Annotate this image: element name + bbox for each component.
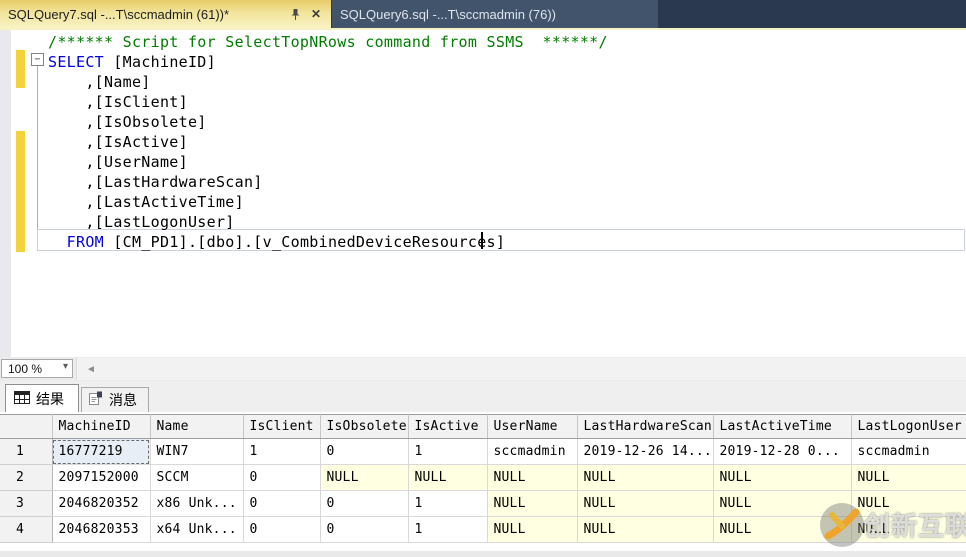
grid-cell[interactable]: NULL: [851, 516, 966, 543]
grid-cell[interactable]: NULL: [408, 464, 488, 491]
code-line: ,[IsClient]: [48, 93, 188, 111]
change-tracking-bar: [16, 50, 25, 88]
code-line: ,[Name]: [48, 73, 151, 91]
column-header[interactable]: Name: [150, 414, 244, 439]
close-icon[interactable]: ✕: [307, 8, 325, 20]
grid-cell[interactable]: SCCM: [150, 464, 244, 491]
grid-cell[interactable]: x64 Unk...: [150, 516, 244, 543]
row-header[interactable]: 3: [0, 490, 53, 517]
table-row: 2 2097152000 SCCM 0 NULL NULL NULL NULL NULL NULL: [0, 464, 966, 491]
code-line: ,[LastHardwareScan]: [48, 173, 263, 191]
grid-cell[interactable]: 2097152000: [52, 464, 151, 491]
grid-cell[interactable]: 0: [320, 438, 409, 465]
text-cursor: [481, 232, 483, 249]
grid-cell[interactable]: 2019-12-28 0...: [713, 438, 852, 465]
grid-bottom-scroll-area[interactable]: [0, 551, 966, 557]
code-line: ,[IsObsolete]: [48, 113, 207, 131]
grid-cell[interactable]: NULL: [577, 516, 714, 543]
scroll-left-icon[interactable]: ◄: [77, 364, 96, 375]
ssms-window: SQLQuery7.sql -...T\sccmadmin (61))* ✕ S…: [0, 0, 966, 557]
editor-horizontal-scrollbar[interactable]: ◄: [76, 358, 966, 380]
grid-cell[interactable]: 2046820352: [52, 490, 151, 517]
code-line: FROM [CM_PD1].[dbo].[v_CombinedDeviceRes…: [66, 233, 506, 251]
result-tabstrip: 结果 消息: [0, 381, 966, 412]
tab-title: SQLQuery6.sql -...T\sccmadmin (76)): [340, 6, 556, 22]
zoom-level-value: 100 %: [8, 361, 43, 376]
code-line: ,[LastLogonUser]: [48, 213, 235, 231]
grid-cell[interactable]: WIN7: [150, 438, 244, 465]
grid-cell[interactable]: 16777219: [52, 438, 151, 465]
editor-status-row: 100 % ▾ ◄: [0, 357, 966, 381]
code-line: SELECT [MachineID]: [48, 53, 216, 71]
collapse-region-toggle[interactable]: −: [31, 53, 44, 66]
grid-cell[interactable]: x86 Unk...: [150, 490, 244, 517]
table-row: 3 2046820352 x86 Unk... 0 0 1 NULL NULL NULL NULL: [0, 490, 966, 517]
grid-cell[interactable]: NULL: [713, 516, 852, 543]
tab-results[interactable]: 结果: [5, 384, 79, 412]
grid-cell[interactable]: 0: [243, 516, 321, 543]
grid-cell[interactable]: 2019-12-26 14...: [577, 438, 714, 465]
column-header[interactable]: LastActiveTime: [713, 414, 852, 439]
tab-title: SQLQuery7.sql -...T\sccmadmin (61))*: [8, 6, 230, 22]
grid-cell[interactable]: NULL: [487, 490, 578, 517]
table-row: 1 16777219 WIN7 1 0 1 sccmadmin 2019-12-26 14..…: [0, 438, 966, 465]
code-line: ,[UserName]: [48, 153, 188, 171]
sql-editor[interactable]: − /****** Script for SelectTopNRows comm…: [0, 30, 966, 357]
grid-cell[interactable]: sccmadmin: [487, 438, 578, 465]
code-line: ,[IsActive]: [48, 133, 188, 151]
grid-cell[interactable]: NULL: [320, 464, 409, 491]
grid-cell[interactable]: 0: [243, 490, 321, 517]
tab-messages[interactable]: 消息: [81, 387, 149, 412]
results-grid-icon: [14, 390, 30, 407]
zoom-level-select[interactable]: 100 % ▾: [1, 359, 73, 378]
fold-region-line: [37, 66, 38, 251]
document-tabstrip: SQLQuery7.sql -...T\sccmadmin (61))* ✕ S…: [0, 0, 966, 28]
row-header[interactable]: 4: [0, 516, 53, 543]
select-all-corner[interactable]: [0, 414, 53, 439]
column-header[interactable]: IsClient: [243, 414, 321, 439]
tab-sqlquery7[interactable]: SQLQuery7.sql -...T\sccmadmin (61))* ✕: [0, 0, 331, 28]
grid-cell[interactable]: 0: [243, 464, 321, 491]
grid-cell[interactable]: NULL: [713, 464, 852, 491]
change-tracking-bar: [16, 131, 25, 252]
grid-cell[interactable]: NULL: [851, 464, 966, 491]
messages-doc-icon: [88, 391, 103, 409]
grid-cell[interactable]: NULL: [487, 516, 578, 543]
row-header[interactable]: 2: [0, 464, 53, 491]
tab-sqlquery6[interactable]: SQLQuery6.sql -...T\sccmadmin (76)): [332, 0, 658, 28]
grid-cell[interactable]: 1: [243, 438, 321, 465]
grid-cell[interactable]: 1: [408, 490, 488, 517]
grid-cell[interactable]: 0: [320, 490, 409, 517]
grid-header-row: MachineID Name IsClient IsObsolete IsActive U…: [0, 414, 966, 439]
grid-cell[interactable]: NULL: [577, 490, 714, 517]
grid-cell[interactable]: 1: [408, 516, 488, 543]
grid-cell[interactable]: 1: [408, 438, 488, 465]
grid-cell[interactable]: sccmadmin: [851, 438, 966, 465]
grid-cell[interactable]: 2046820353: [52, 516, 151, 543]
messages-tab-label: 消息: [109, 392, 137, 408]
chevron-down-icon: ▾: [62, 361, 68, 372]
results-tab-label: 结果: [36, 390, 64, 407]
column-header[interactable]: IsObsolete: [320, 414, 409, 439]
column-header[interactable]: IsActive: [408, 414, 488, 439]
grid-cell[interactable]: NULL: [487, 464, 578, 491]
column-header[interactable]: UserName: [487, 414, 578, 439]
grid-cell[interactable]: NULL: [713, 490, 852, 517]
column-header[interactable]: LastLogonUser: [851, 414, 966, 439]
grid-cell[interactable]: 0: [320, 516, 409, 543]
table-row: 4 2046820353 x64 Unk... 0 0 1 NULL NULL NULL NULL: [0, 516, 966, 543]
grid-cell[interactable]: NULL: [577, 464, 714, 491]
sql-code: /****** Script for SelectTopNRows comman…: [48, 32, 608, 252]
pin-icon[interactable]: [290, 8, 301, 21]
column-header[interactable]: MachineID: [52, 414, 151, 439]
row-header[interactable]: 1: [0, 438, 53, 465]
results-grid: MachineID Name IsClient IsObsolete IsActive U…: [0, 412, 966, 557]
grid-cell[interactable]: NULL: [851, 490, 966, 517]
code-line: /****** Script for SelectTopNRows comman…: [48, 33, 608, 51]
editor-selection-margin: [0, 30, 11, 357]
column-header[interactable]: LastHardwareScan: [577, 414, 714, 439]
code-line: ,[LastActiveTime]: [48, 193, 244, 211]
